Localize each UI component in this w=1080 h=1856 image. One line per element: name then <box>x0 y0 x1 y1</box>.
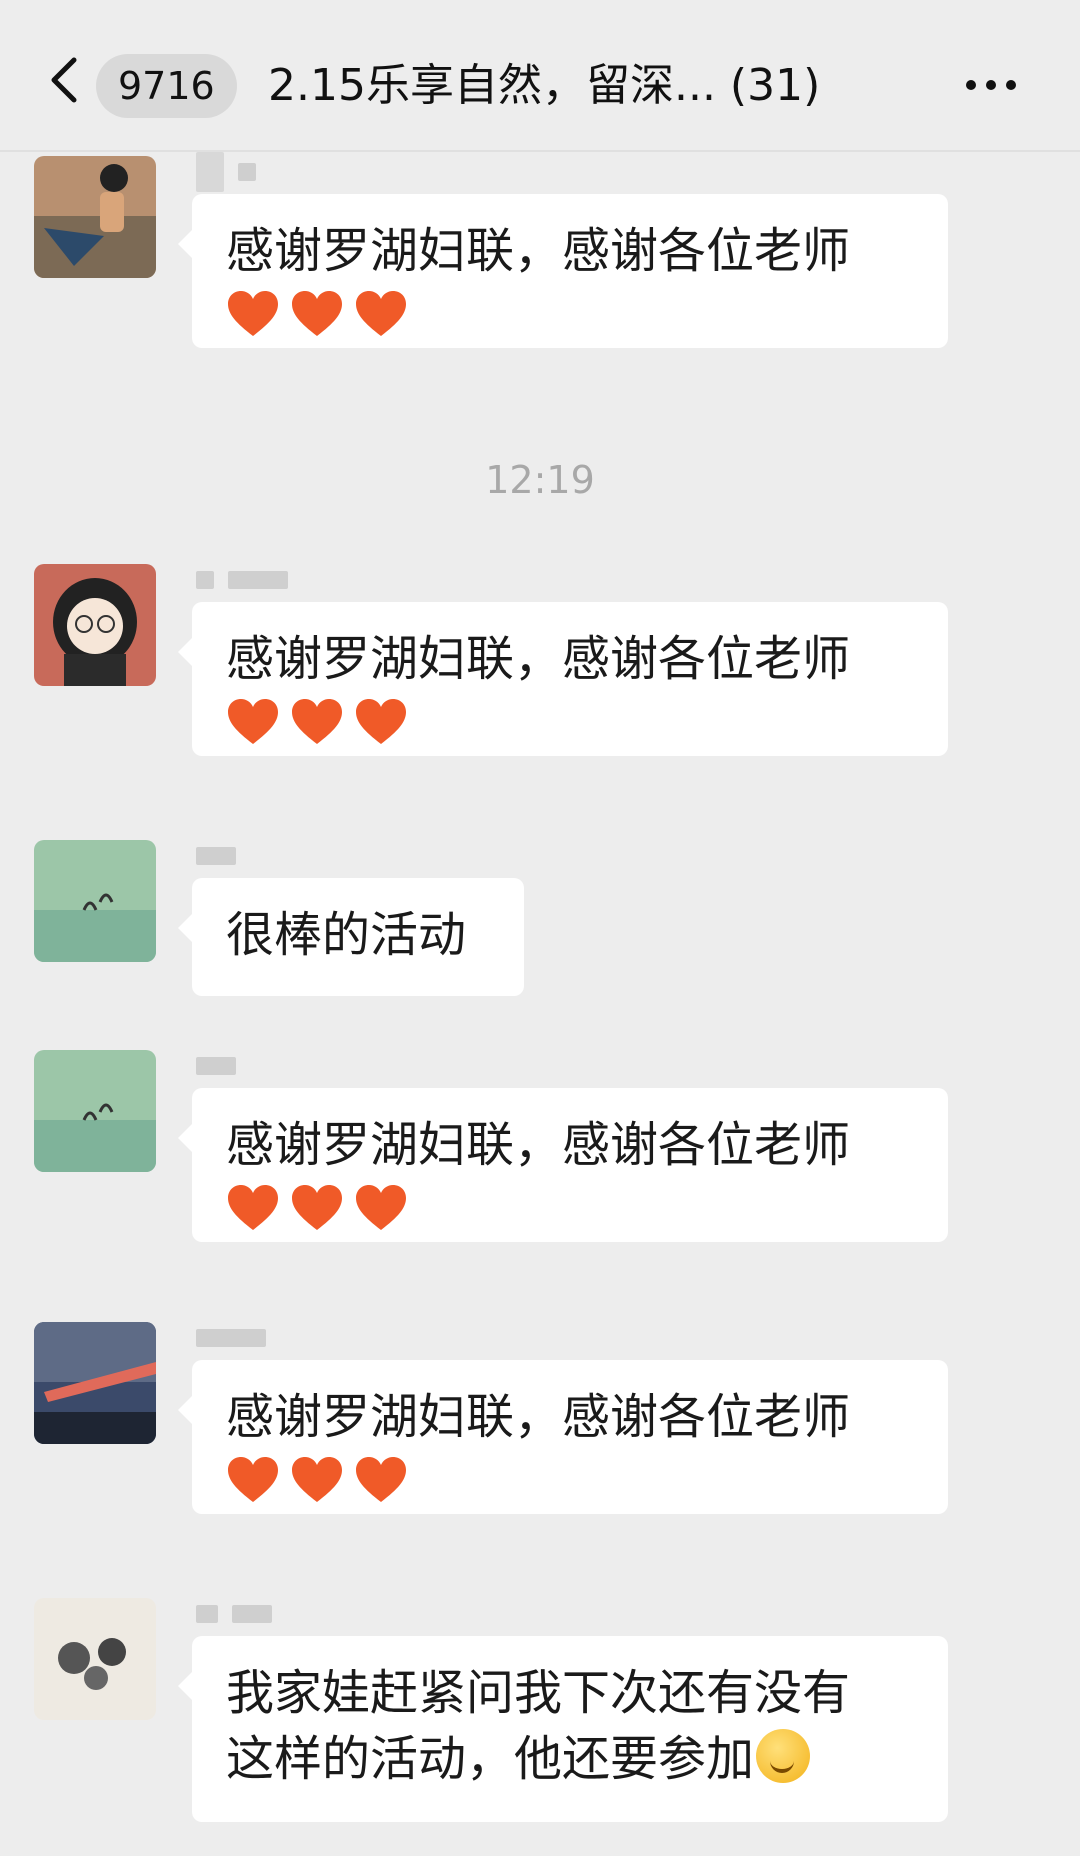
sender-name-blurred <box>196 842 236 870</box>
message-bubble[interactable]: 我家娃赶紧问我下次还有没有 这样的活动，他还要参加 <box>178 1636 948 1822</box>
message-text: 感谢罗湖妇联，感谢各位老师 <box>226 1389 851 1445</box>
orange-heart-icon <box>356 699 406 744</box>
avatar[interactable] <box>34 1598 156 1720</box>
message-text: 感谢罗湖妇联，感谢各位老师 <box>226 223 851 279</box>
sender-name-blurred <box>196 1052 236 1080</box>
heart-emoji-row <box>226 286 914 342</box>
message-text-line: 这样的活动，他还要参加 <box>226 1726 914 1792</box>
avatar-image <box>34 1598 156 1720</box>
message-bubble[interactable]: 感谢罗湖妇联，感谢各位老师 <box>178 1088 948 1242</box>
orange-heart-icon <box>356 1457 406 1502</box>
avatar-image <box>34 1050 156 1172</box>
avatar[interactable] <box>34 156 156 278</box>
more-dot-icon <box>1006 80 1016 90</box>
avatar[interactable] <box>34 564 156 686</box>
chevron-left-icon <box>51 57 77 103</box>
orange-heart-icon <box>356 1185 406 1230</box>
sender-name-blurred <box>196 1324 266 1352</box>
avatar-image <box>34 840 156 962</box>
avatar[interactable] <box>34 1322 156 1444</box>
message-text: 感谢罗湖妇联，感谢各位老师 <box>226 1117 851 1173</box>
more-dot-icon <box>986 80 996 90</box>
message-text: 感谢罗湖妇联，感谢各位老师 <box>226 631 851 687</box>
orange-heart-icon <box>292 1185 342 1230</box>
message-text-line: 我家娃赶紧问我下次还有没有 <box>226 1665 851 1721</box>
avatar-image <box>34 1322 156 1444</box>
message-text: 很棒的活动 <box>226 907 467 963</box>
avatar-image <box>34 156 156 278</box>
sender-name-blurred <box>196 152 256 192</box>
orange-heart-icon <box>292 291 342 336</box>
sender-name-blurred <box>196 1600 272 1628</box>
thinking-face-emoji-icon <box>756 1729 811 1783</box>
heart-emoji-row <box>226 1452 914 1508</box>
orange-heart-icon <box>228 1185 278 1230</box>
chat-header: 9716 2.15乐享自然，留深... (31) <box>0 0 1080 152</box>
more-options-button[interactable] <box>966 70 1026 100</box>
avatar[interactable] <box>34 840 156 962</box>
message-text: 这样的活动，他还要参加 <box>226 1731 755 1787</box>
chat-title: 2.15乐享自然，留深... (31) <box>268 60 821 111</box>
message-bubble[interactable]: 感谢罗湖妇联，感谢各位老师 <box>178 1360 948 1514</box>
orange-heart-icon <box>228 699 278 744</box>
orange-heart-icon <box>292 1457 342 1502</box>
message-bubble[interactable]: 很棒的活动 <box>178 878 524 996</box>
message-bubble[interactable]: 感谢罗湖妇联，感谢各位老师 <box>178 194 948 348</box>
heart-emoji-row <box>226 694 914 750</box>
orange-heart-icon <box>356 291 406 336</box>
orange-heart-icon <box>292 699 342 744</box>
back-button[interactable] <box>40 50 90 110</box>
message-timestamp: 12:19 <box>485 458 595 502</box>
unread-count-badge[interactable]: 9716 <box>96 54 237 118</box>
sender-name-blurred <box>196 566 288 594</box>
more-dot-icon <box>966 80 976 90</box>
orange-heart-icon <box>228 291 278 336</box>
heart-emoji-row <box>226 1180 914 1236</box>
avatar[interactable] <box>34 1050 156 1172</box>
message-bubble[interactable]: 感谢罗湖妇联，感谢各位老师 <box>178 602 948 756</box>
avatar-image <box>34 564 156 686</box>
orange-heart-icon <box>228 1457 278 1502</box>
